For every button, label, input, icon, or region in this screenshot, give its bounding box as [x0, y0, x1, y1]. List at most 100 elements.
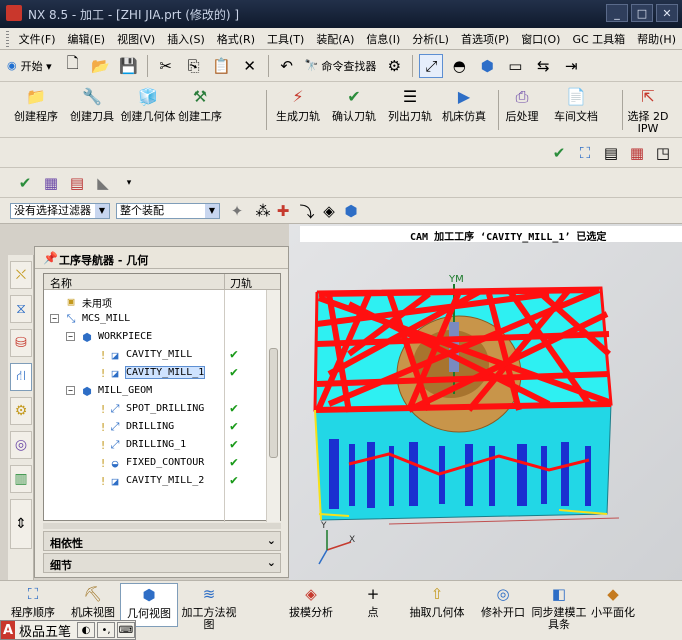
panel-splitter[interactable] [43, 523, 281, 529]
menu-view[interactable]: 视图(V) [111, 31, 161, 47]
palette-nav-icon[interactable]: ▥ [10, 465, 32, 493]
select-all-icon[interactable]: ✦ [226, 200, 248, 222]
extract-geometry-button[interactable]: ⇧ 抽取几何体 [408, 583, 466, 627]
graphics-window[interactable]: YM X Y [289, 224, 682, 580]
confirm-path-button[interactable]: ✔ 确认刀轨 [326, 86, 382, 134]
menu-analysis[interactable]: 分析(L) [406, 31, 455, 47]
point-button[interactable]: + 点 [344, 583, 402, 627]
tree-row-cavity-mill[interactable]: ! ◪ CAVITY_MILL ✔ [44, 346, 266, 364]
sync-modeling-button[interactable]: ◧ 同步建模工具条 [530, 583, 588, 631]
render-style-icon[interactable]: ◓ [447, 54, 471, 78]
shop-doc-button[interactable]: 📄 车间文档 [548, 86, 604, 134]
create-tool-button[interactable]: 🔧 创建刀具 [64, 86, 120, 134]
paste-icon[interactable]: 📋 [210, 54, 234, 78]
ime-name[interactable]: 极品五笔 [15, 621, 75, 640]
col-divider[interactable] [224, 274, 225, 290]
op-verify-icon[interactable]: ✔ [14, 172, 36, 194]
tree-row-workpiece[interactable]: − ⬢ WORKPIECE [44, 328, 266, 346]
toolbar-grip[interactable] [6, 30, 9, 47]
tree-row-fixed-contour[interactable]: ! ◒ FIXED_CONTOUR ✔ [44, 454, 266, 472]
minimize-icon[interactable]: _ [606, 4, 628, 22]
tree-scrollbar[interactable] [266, 290, 280, 522]
view-orient-icon[interactable]: ⬢ [475, 54, 499, 78]
menu-tools[interactable]: 工具(T) [261, 31, 310, 47]
machine-nav-icon[interactable]: ⚙ [10, 397, 32, 425]
menu-preferences[interactable]: 首选项(P) [455, 31, 515, 47]
constraint-nav-icon[interactable]: ⧖ [10, 295, 32, 323]
op-tool-icon[interactable]: ◣ [92, 172, 114, 194]
generate-path-button[interactable]: ⚡ 生成刀轨 [270, 86, 326, 134]
face-snap-icon[interactable]: ⤵ [296, 200, 318, 222]
menu-assembly[interactable]: 装配(A) [310, 31, 360, 47]
tree-row-spot-drilling[interactable]: ! ⤢ SPOT_DRILLING ✔ [44, 400, 266, 418]
history-nav-icon[interactable]: ◎ [10, 431, 32, 459]
col-name[interactable]: 名称 [50, 275, 72, 291]
menu-gc-toolbox[interactable]: GC 工具箱 [566, 31, 631, 47]
operation-nav-icon[interactable]: ⛙ [10, 363, 32, 391]
undo-icon[interactable]: ↶ [275, 54, 299, 78]
op-table-icon[interactable]: ▤ [66, 172, 88, 194]
menu-info[interactable]: 信息(I) [360, 31, 406, 47]
fit-view-icon[interactable]: ⤢ [419, 53, 444, 78]
op-list-icon[interactable]: ▦ [40, 172, 62, 194]
solid-icon[interactable]: ◈ [318, 200, 340, 222]
menu-format[interactable]: 格式(R) [211, 31, 261, 47]
more-icon[interactable]: ◳ [652, 142, 674, 164]
background-icon[interactable]: ▭ [503, 54, 527, 78]
list-path-button[interactable]: ☰ 列出刀轨 [382, 86, 438, 134]
workset-icon[interactable]: ⇆ [531, 54, 555, 78]
part-nav-icon[interactable]: ⛁ [10, 329, 32, 357]
menu-window[interactable]: 窗口(O) [515, 31, 566, 47]
moon-icon[interactable]: ◐ [77, 622, 96, 638]
maximize-icon[interactable]: □ [631, 4, 653, 22]
command-finder-button[interactable]: 🔭 命令查找器 [301, 58, 381, 74]
save-icon[interactable]: 💾 [117, 54, 141, 78]
tree-row-drilling[interactable]: ! ⤢ DRILLING ✔ [44, 418, 266, 436]
collapse-icon[interactable]: − [66, 386, 75, 395]
menu-insert[interactable]: 插入(S) [161, 31, 211, 47]
method-view-button[interactable]: ≋ 加工方法视图 [180, 583, 238, 631]
open-file-icon[interactable]: 📂 [89, 54, 113, 78]
snap-options-icon[interactable]: ⚙ [382, 54, 406, 78]
machine-sim-button[interactable]: ▶ 机床仿真 [436, 86, 492, 134]
edit-icon[interactable]: ▦ [626, 142, 648, 164]
export-icon[interactable]: ⇥ [559, 54, 583, 78]
create-program-button[interactable]: 📁 创建程序 [8, 86, 64, 134]
new-file-icon[interactable]: 🗋 [61, 54, 85, 78]
collapse-icon[interactable]: − [66, 332, 75, 341]
ime-logo-icon[interactable]: A [1, 621, 15, 639]
body-icon[interactable]: ⬢ [340, 200, 362, 222]
verify-icon[interactable]: ✔ [548, 142, 570, 164]
tree-row-cavity-mill-1[interactable]: ! ◪ CAVITY_MILL_1 ✔ [44, 364, 266, 382]
punctuation-icon[interactable]: •, [97, 622, 116, 638]
dependency-panel[interactable]: 相依性 ⌄ [43, 531, 281, 551]
assembly-nav-icon[interactable]: ⛌ [10, 261, 32, 289]
col-path[interactable]: 刀轨 [230, 275, 252, 291]
keyboard-icon[interactable]: ⌨ [117, 622, 136, 638]
filter-select[interactable]: 没有选择过滤器 ▼ [10, 203, 110, 219]
tree-row-mill-geom[interactable]: − ⬢ MILL_GEOM [44, 382, 266, 400]
create-operation-button[interactable]: ⚒ 创建工序 [172, 86, 228, 134]
start-button[interactable]: ◉ 开始 ▾ [2, 54, 57, 78]
details-panel[interactable]: 细节 ⌄ [43, 553, 281, 573]
delete-icon[interactable]: ✕ [238, 54, 262, 78]
cut-icon[interactable]: ✂ [154, 54, 178, 78]
patch-opening-button[interactable]: ◎ 修补开口 [474, 583, 532, 627]
draft-analysis-button[interactable]: ◈ 拔模分析 [282, 583, 340, 627]
pin-icon[interactable]: 📌 [43, 251, 58, 265]
small-flat-button[interactable]: ◆ 小平面化 [584, 583, 642, 627]
tree-row-mcs-mill[interactable]: − ⤡ MCS_MILL [44, 310, 266, 328]
close-icon[interactable]: ✕ [656, 4, 678, 22]
list-icon[interactable]: ▤ [600, 142, 622, 164]
select-2d-ipw-button[interactable]: ⇱ 选择 2D IPW [620, 86, 676, 135]
copy-icon[interactable]: ⎘ [182, 54, 206, 78]
scroll-thumb[interactable] [269, 348, 278, 458]
tree-row-cavity-mill-2[interactable]: ! ◪ CAVITY_MILL_2 ✔ [44, 472, 266, 490]
menu-file[interactable]: 文件(F) [13, 31, 62, 47]
feed-icon[interactable]: ⛶ [574, 142, 596, 164]
menu-edit[interactable]: 编辑(E) [62, 31, 112, 47]
menu-help[interactable]: 帮助(H) [631, 31, 682, 47]
postprocess-button[interactable]: ⎙ 后处理 [494, 86, 550, 134]
assembly-select[interactable]: 整个装配 ▼ [116, 203, 220, 219]
point-snap-icon[interactable]: ✚ [272, 200, 294, 222]
